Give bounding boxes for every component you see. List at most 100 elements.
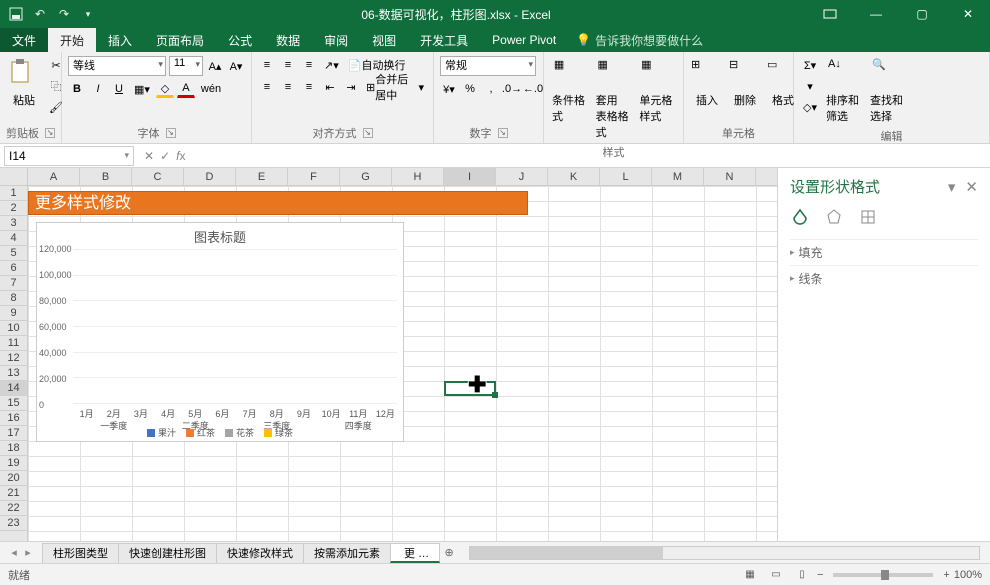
save-icon[interactable] — [8, 6, 24, 22]
dialog-launcher-icon[interactable]: ↘ — [363, 128, 373, 138]
size-props-icon[interactable] — [858, 207, 878, 227]
row-header[interactable]: 17 — [0, 426, 27, 441]
sheet-tab[interactable]: 快速修改样式 — [216, 543, 304, 563]
zoom-level[interactable]: 100% — [954, 569, 982, 581]
fill-section[interactable]: 填充 — [790, 239, 978, 265]
chevron-down-icon[interactable]: ▾ — [124, 150, 129, 161]
row-header[interactable]: 21 — [0, 486, 27, 501]
col-header[interactable]: M — [652, 168, 704, 185]
orientation-icon[interactable]: ↗▾ — [321, 56, 342, 74]
row-header[interactable]: 11 — [0, 336, 27, 351]
align-bottom-icon[interactable]: ≡ — [300, 56, 318, 74]
enter-formula-icon[interactable]: ✓ — [160, 149, 170, 163]
row-header[interactable]: 5 — [0, 246, 27, 261]
indent-inc-icon[interactable]: ⇥ — [342, 78, 360, 96]
close-icon[interactable]: ✕ — [946, 0, 990, 28]
sheet-nav-next-icon[interactable]: ▸ — [22, 546, 34, 559]
col-header[interactable]: J — [496, 168, 548, 185]
row-header[interactable]: 7 — [0, 276, 27, 291]
align-right-icon[interactable]: ≡ — [300, 78, 318, 96]
tab-home[interactable]: 开始 — [48, 28, 96, 52]
dialog-launcher-icon[interactable]: ↘ — [166, 128, 176, 138]
col-header[interactable]: E — [236, 168, 288, 185]
tab-layout[interactable]: 页面布局 — [144, 28, 216, 52]
row-header[interactable]: 3 — [0, 216, 27, 231]
insert-cells-button[interactable]: ⊞插入 — [690, 56, 724, 110]
sheet-tab[interactable]: 柱形图类型 — [42, 543, 119, 563]
delete-cells-button[interactable]: ⊟删除 — [728, 56, 762, 110]
name-box[interactable]: I14▾ — [4, 146, 134, 166]
chart-title[interactable]: 图表标题 — [37, 223, 403, 250]
row-header[interactable]: 22 — [0, 501, 27, 516]
col-header[interactable]: D — [184, 168, 236, 185]
currency-icon[interactable]: ¥▾ — [440, 80, 458, 98]
decrease-decimal-icon[interactable]: ←.0 — [524, 80, 542, 98]
row-header[interactable]: 1 — [0, 186, 27, 201]
cond-format-button[interactable]: ▦条件格式 — [550, 56, 590, 126]
row-header[interactable]: 13 — [0, 366, 27, 381]
row-header[interactable]: 10 — [0, 321, 27, 336]
row-header[interactable]: 8 — [0, 291, 27, 306]
underline-button[interactable]: U — [110, 80, 128, 98]
horizontal-scrollbar[interactable] — [469, 546, 980, 560]
increase-decimal-icon[interactable]: .0→ — [503, 80, 521, 98]
col-header[interactable]: K — [548, 168, 600, 185]
merge-center-button[interactable]: ⊞合并后居中▾ — [363, 78, 427, 96]
row-header[interactable]: 14 — [0, 381, 27, 396]
col-header[interactable]: G — [340, 168, 392, 185]
paste-button[interactable]: 粘贴 — [6, 56, 42, 110]
italic-button[interactable]: I — [89, 80, 107, 98]
sheet-tab[interactable]: 按需添加元素 — [303, 543, 391, 563]
tab-pivot[interactable]: Power Pivot — [480, 28, 568, 52]
cell-styles-button[interactable]: ▦单元格样式 — [637, 56, 677, 126]
ribbon-options-icon[interactable] — [808, 0, 852, 28]
zoom-out-icon[interactable]: − — [817, 569, 823, 581]
pane-dropdown-icon[interactable]: ▾ — [948, 178, 956, 196]
fill-icon[interactable]: ▾ — [800, 77, 820, 95]
tab-data[interactable]: 数据 — [264, 28, 312, 52]
increase-font-icon[interactable]: A▴ — [206, 57, 224, 75]
percent-icon[interactable]: % — [461, 80, 479, 98]
tell-me[interactable]: 💡 告诉我你想要做什么 — [576, 28, 703, 52]
page-layout-icon[interactable]: ▭ — [765, 566, 787, 584]
fx-icon[interactable]: fx — [176, 149, 185, 163]
row-header[interactable]: 18 — [0, 441, 27, 456]
font-name-select[interactable]: 等线 — [68, 56, 166, 76]
decrease-font-icon[interactable]: A▾ — [227, 57, 245, 75]
col-header[interactable]: N — [704, 168, 756, 185]
fill-line-icon[interactable] — [790, 207, 810, 227]
tab-view[interactable]: 视图 — [360, 28, 408, 52]
bold-button[interactable]: B — [68, 80, 86, 98]
row-header[interactable]: 19 — [0, 456, 27, 471]
qat-dropdown-icon[interactable]: ▾ — [80, 6, 96, 22]
row-header[interactable]: 20 — [0, 471, 27, 486]
normal-view-icon[interactable]: ▦ — [739, 566, 761, 584]
redo-icon[interactable]: ↷ — [56, 6, 72, 22]
zoom-in-icon[interactable]: + — [943, 569, 949, 581]
col-header[interactable]: B — [80, 168, 132, 185]
row-header[interactable]: 6 — [0, 261, 27, 276]
fill-color-icon[interactable]: ◇ — [156, 80, 174, 98]
align-left-icon[interactable]: ≡ — [258, 78, 276, 96]
tab-dev[interactable]: 开发工具 — [408, 28, 480, 52]
cell-grid[interactable]: 更多样式修改 图表标题 1月2月3月4月5月6月7月8月9月10月11月12月 … — [28, 186, 777, 541]
row-header[interactable]: 12 — [0, 351, 27, 366]
row-header[interactable]: 15 — [0, 396, 27, 411]
sheet-nav-prev-icon[interactable]: ◂ — [8, 546, 20, 559]
align-middle-icon[interactable]: ≡ — [279, 56, 297, 74]
cancel-formula-icon[interactable]: ✕ — [144, 149, 154, 163]
sheet-tab-active[interactable]: 更 … — [390, 543, 440, 563]
col-header[interactable]: H — [392, 168, 444, 185]
sheet-tab[interactable]: 快速创建柱形图 — [118, 543, 217, 563]
font-color-icon[interactable]: A — [177, 80, 195, 98]
effects-icon[interactable] — [824, 207, 844, 227]
indent-dec-icon[interactable]: ⇤ — [321, 78, 339, 96]
align-center-icon[interactable]: ≡ — [279, 78, 297, 96]
row-header[interactable]: 16 — [0, 411, 27, 426]
tab-insert[interactable]: 插入 — [96, 28, 144, 52]
table-format-button[interactable]: ▦套用 表格格式 — [594, 56, 634, 142]
pane-close-icon[interactable]: ✕ — [965, 178, 978, 196]
col-header[interactable]: L — [600, 168, 652, 185]
number-format-select[interactable]: 常规 — [440, 56, 536, 76]
chart-object[interactable]: 图表标题 1月2月3月4月5月6月7月8月9月10月11月12月 一季度二季度三… — [36, 222, 404, 442]
